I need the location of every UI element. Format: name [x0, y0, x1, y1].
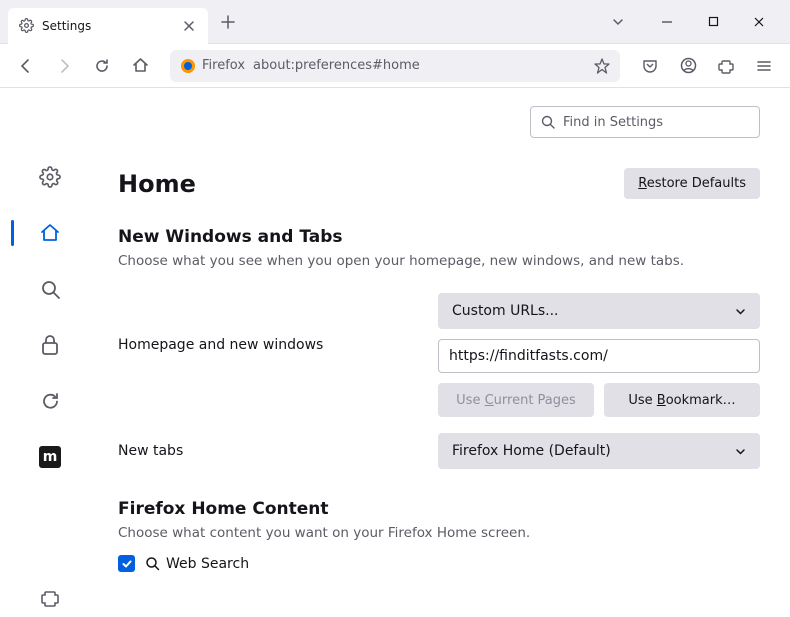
chevron-down-icon[interactable] [602, 6, 634, 38]
search-icon [541, 115, 555, 129]
section-home-content-title: Firefox Home Content [118, 499, 760, 519]
account-button[interactable] [672, 50, 704, 82]
find-settings-box[interactable] [530, 106, 760, 138]
toolbar: Firefox about:preferences#home [0, 44, 790, 88]
close-window-button[interactable] [736, 6, 782, 38]
chevron-down-icon [735, 306, 746, 317]
settings-main: Home Restore Defaults New Windows and Ta… [100, 88, 790, 617]
homepage-url-input[interactable] [438, 339, 760, 373]
new-tab-button[interactable] [214, 8, 242, 36]
web-search-label: Web Search [166, 556, 249, 572]
home-button[interactable] [124, 50, 156, 82]
urlbar-identity: Firefox [180, 58, 245, 74]
titlebar: Settings [0, 0, 790, 44]
page-title: Home [118, 170, 196, 198]
web-search-checkbox[interactable] [118, 555, 135, 572]
urlbar-identity-label: Firefox [202, 58, 245, 73]
back-button[interactable] [10, 50, 42, 82]
section-new-windows-desc: Choose what you see when you open your h… [118, 253, 760, 269]
menu-button[interactable] [748, 50, 780, 82]
extensions-button[interactable] [710, 50, 742, 82]
maximize-button[interactable] [690, 6, 736, 38]
use-bookmark-button[interactable]: Use Bookmark… [604, 383, 760, 417]
chevron-down-icon [735, 446, 746, 457]
browser-tab[interactable]: Settings [8, 8, 208, 44]
newtabs-select[interactable]: Firefox Home (Default) [438, 433, 760, 469]
newtabs-select-value: Firefox Home (Default) [452, 443, 611, 459]
pocket-button[interactable] [634, 50, 666, 82]
settings-sidebar: m [0, 88, 100, 617]
sidebar-more-tools[interactable]: m [31, 438, 69, 476]
find-settings-input[interactable] [563, 115, 749, 130]
close-icon[interactable] [180, 17, 198, 35]
sidebar-extensions[interactable] [31, 579, 69, 617]
sidebar-general[interactable] [31, 158, 69, 196]
content: m Home Restore Defaults New Windows and … [0, 88, 790, 617]
homepage-select-value: Custom URLs... [452, 303, 559, 319]
urlbar-url: about:preferences#home [253, 58, 586, 73]
minimize-button[interactable] [644, 6, 690, 38]
mozilla-icon: m [39, 446, 61, 468]
sidebar-search[interactable] [31, 270, 69, 308]
use-current-pages-button[interactable]: Use Current Pages [438, 383, 594, 417]
section-home-content-desc: Choose what content you want on your Fir… [118, 525, 760, 541]
urlbar[interactable]: Firefox about:preferences#home [170, 50, 620, 82]
reload-button[interactable] [86, 50, 118, 82]
firefox-logo-icon [180, 58, 196, 74]
restore-defaults-button[interactable]: Restore Defaults [624, 168, 760, 199]
window-controls [644, 6, 782, 38]
search-icon [145, 556, 160, 571]
homepage-select[interactable]: Custom URLs... [438, 293, 760, 329]
tab-title: Settings [42, 19, 172, 33]
bookmark-star-icon[interactable] [594, 58, 610, 74]
newtabs-label: New tabs [118, 443, 418, 459]
sidebar-home[interactable] [31, 214, 69, 252]
forward-button[interactable] [48, 50, 80, 82]
sidebar-privacy[interactable] [31, 326, 69, 364]
web-search-row[interactable]: Web Search [118, 555, 760, 572]
homepage-label: Homepage and new windows [118, 293, 418, 353]
section-new-windows-title: New Windows and Tabs [118, 227, 760, 247]
sidebar-sync[interactable] [31, 382, 69, 420]
gear-icon [18, 18, 34, 34]
